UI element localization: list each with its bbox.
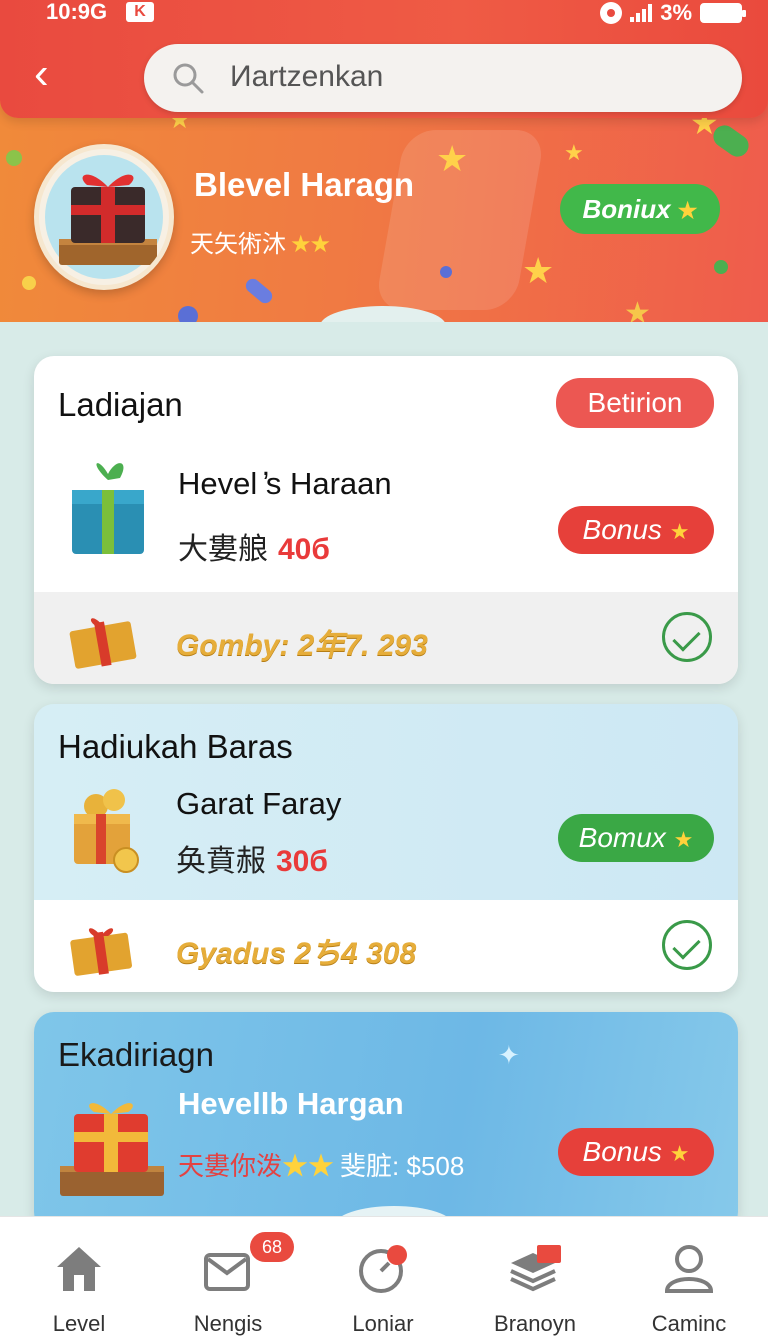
hero-bonus-button[interactable]: Boniux ★ bbox=[560, 184, 720, 234]
nav-item-loniar[interactable]: Loniar bbox=[308, 1217, 458, 1344]
record-icon bbox=[600, 2, 623, 24]
hero-bonus-label: Boniux bbox=[582, 194, 671, 224]
item-subtitle-text: 大婁艆 bbox=[178, 533, 268, 566]
confetti-dot bbox=[178, 306, 198, 322]
gift-avatar[interactable] bbox=[34, 144, 174, 290]
footer-text: Gomby: 2年7. 293 bbox=[176, 629, 428, 662]
hero-subtitle-text: 天矢術沐 bbox=[190, 231, 286, 258]
bonus-label: Bomux bbox=[578, 822, 666, 853]
card-footer: Gomby: 2年7. 293 bbox=[34, 592, 738, 684]
search-bar[interactable]: Иartzenkan bbox=[144, 44, 742, 112]
gold-gift-icon bbox=[69, 618, 137, 669]
nav-item-caminc[interactable]: Caminc bbox=[614, 1217, 764, 1344]
item-price: 40б bbox=[278, 533, 330, 566]
status-time: 10:9G bbox=[46, 0, 108, 24]
signal-icon bbox=[630, 4, 653, 22]
back-arrow-icon[interactable]: ‹ bbox=[34, 52, 68, 96]
sparkle-icon: ✦ bbox=[498, 1040, 520, 1070]
check-circle-icon[interactable] bbox=[662, 612, 712, 662]
rating-stars-icon: ★★ bbox=[282, 1151, 335, 1181]
nav-label: Loniar bbox=[352, 1311, 414, 1336]
bonus-button[interactable]: Bomux ★ bbox=[558, 814, 714, 862]
reward-card[interactable]: Ekadiriagn ✦ Hevellb Hargan 天婁你泼★★ 斐脏: $5… bbox=[34, 1012, 738, 1232]
item-name: Hevel ̓s Haraan bbox=[178, 466, 392, 501]
gift-box-icon bbox=[59, 174, 157, 265]
reward-card[interactable]: Hadiukah Baras Garat Faray 奂賁赧 30б Bomux … bbox=[34, 704, 738, 992]
hero-subtitle: 天矢術沐 ★★ bbox=[190, 224, 331, 259]
stack-icon bbox=[510, 1245, 561, 1292]
notification-app-icon: K bbox=[126, 2, 154, 22]
search-placeholder[interactable]: Иartzenkan bbox=[230, 60, 383, 94]
check-circle-icon[interactable] bbox=[662, 920, 712, 970]
footer-text: Gyadus 2ち4 308 bbox=[176, 937, 417, 970]
home-icon bbox=[57, 1247, 101, 1291]
item-subtitle: 天婁你泼★★ 斐脏: $508 bbox=[178, 1146, 464, 1183]
card-title: Ladiajan bbox=[58, 386, 183, 423]
nav-item-level[interactable]: Level bbox=[4, 1217, 154, 1344]
confetti-dot bbox=[714, 260, 728, 274]
star-decor-icon: ★ bbox=[624, 297, 651, 322]
card-footer: Gyadus 2ち4 308 bbox=[34, 900, 738, 992]
star-decor-icon: ★ bbox=[522, 250, 555, 291]
star-icon: ★ bbox=[669, 1141, 690, 1166]
nav-item-branoyn[interactable]: Branoyn bbox=[460, 1217, 610, 1344]
confetti-dot bbox=[22, 276, 36, 290]
item-subtitle: 大婁艆 40б bbox=[178, 524, 330, 568]
card-title: Ekadiriagn bbox=[58, 1036, 214, 1073]
item-name: Hevellb Hargan bbox=[178, 1086, 404, 1121]
reward-card[interactable]: Ladiajan Betirion Hevel ̓s Haraan 大婁艆 40б… bbox=[34, 356, 738, 684]
timer-icon bbox=[359, 1245, 407, 1293]
gift-box-icon bbox=[72, 463, 144, 554]
coin-basket-icon bbox=[74, 789, 139, 873]
battery-icon bbox=[700, 3, 746, 23]
confetti-dot bbox=[6, 150, 22, 166]
hero-banner: ★ ★ ★ ★ ★ ★ Blevel Haragn 天矢術沐 ★★ Boniux … bbox=[0, 100, 768, 322]
bonus-label: Bonus bbox=[582, 514, 662, 545]
confetti-dot bbox=[440, 266, 452, 278]
nav-label: Caminc bbox=[651, 1311, 727, 1336]
hero-title: Blevel Haragn bbox=[194, 166, 415, 203]
status-badge-button[interactable]: Betirion bbox=[556, 378, 714, 428]
status-right: 3% bbox=[600, 0, 746, 26]
item-meta: 斐脏: $508 bbox=[340, 1151, 465, 1181]
star-decor-icon: ★ bbox=[436, 138, 469, 179]
battery-percent: 3% bbox=[660, 0, 692, 25]
mail-icon bbox=[204, 1253, 250, 1291]
app-header: 10:9G K 3% ‹ Иartzenkan bbox=[0, 0, 768, 118]
nav-label: Branoyn bbox=[494, 1311, 576, 1336]
search-icon bbox=[173, 63, 204, 94]
item-subtitle: 奂賁赧 30б bbox=[176, 836, 328, 880]
star-icon: ★ bbox=[673, 827, 694, 852]
item-subtitle-text: 天婁你泼 bbox=[178, 1151, 283, 1181]
item-name: Garat Faray bbox=[176, 786, 342, 821]
gold-gift-icon bbox=[70, 928, 132, 976]
capsule-decor bbox=[243, 275, 275, 307]
gift-box-icon bbox=[60, 1103, 164, 1196]
rating-stars-icon: ★★ bbox=[290, 231, 331, 258]
star-icon: ★ bbox=[677, 198, 698, 223]
nav-label: Level bbox=[52, 1311, 106, 1336]
notification-badge: 68 bbox=[250, 1232, 294, 1262]
star-decor-icon: ★ bbox=[564, 140, 584, 165]
bonus-button[interactable]: Bonus ★ bbox=[558, 506, 714, 554]
item-subtitle-text: 奂賁赧 bbox=[176, 845, 266, 878]
nav-label: Nengis bbox=[193, 1311, 263, 1336]
bonus-label: Bonus bbox=[582, 1136, 662, 1167]
profile-icon bbox=[664, 1245, 714, 1293]
bottom-nav: Level Nengis Loniar Branoyn Caminc bbox=[0, 1216, 768, 1344]
bonus-button[interactable]: Bonus ★ bbox=[558, 1128, 714, 1176]
item-price: 30б bbox=[276, 845, 328, 878]
star-icon: ★ bbox=[669, 519, 690, 544]
card-title: Hadiukah Baras bbox=[58, 728, 293, 765]
status-bar: 10:9G K 3% bbox=[0, 0, 768, 30]
